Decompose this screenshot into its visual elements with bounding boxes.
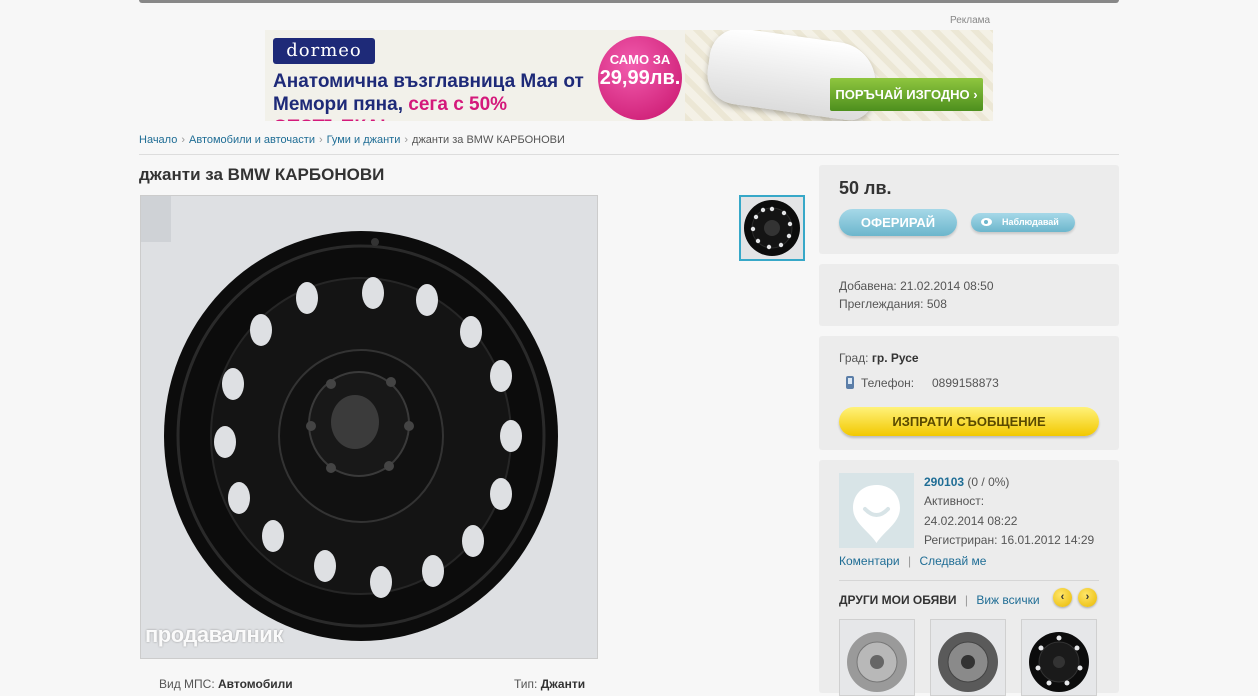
vehicle-type-value: Автомобили xyxy=(218,677,293,691)
type-row: Тип: Джанти xyxy=(514,677,585,691)
registered-row: Регистриран: 16.01.2012 14:29 xyxy=(924,533,1094,547)
city-label: Град: xyxy=(839,351,869,365)
ad-price-line1: САМО ЗА xyxy=(609,52,671,67)
watch-button[interactable]: Наблюдавай xyxy=(971,213,1075,232)
breadcrumb-tires[interactable]: Гуми и джанти xyxy=(327,134,401,146)
other-ad-thumbnail[interactable] xyxy=(930,619,1006,696)
next-arrow-icon[interactable]: › xyxy=(1078,588,1097,607)
city-row: Град: гр. Русе xyxy=(839,351,919,365)
link-separator: | xyxy=(964,593,968,607)
thumbnail-wheel xyxy=(744,200,800,256)
comments-link[interactable]: Коментари xyxy=(839,554,900,568)
breadcrumb-home[interactable]: Начало xyxy=(139,134,177,146)
breadcrumb-current: джанти за BMW КАРБОНОВИ xyxy=(412,134,565,146)
ad-headline-line2a: Мемори пяна, xyxy=(273,94,409,115)
stats-box: Добавена: 21.02.2014 08:50 Преглеждания:… xyxy=(819,264,1119,326)
ad-order-button[interactable]: ПОРЪЧАЙ ИЗГОДНО › xyxy=(830,78,983,111)
type-value: Джанти xyxy=(540,677,586,691)
photo-thumbnail[interactable] xyxy=(739,195,805,261)
phone-value[interactable]: 0899158873 xyxy=(932,376,999,390)
vehicle-type-label: Вид МПС: xyxy=(159,677,215,691)
views-row: Преглеждания: 508 xyxy=(839,297,947,311)
seller-rating-row: 290103 (0 / 0%) xyxy=(924,475,1009,489)
ad-headline-line1: Анатомична възглавница Мая от xyxy=(273,71,584,92)
dormeo-logo: dormeo xyxy=(273,38,375,64)
views-value: 508 xyxy=(926,297,947,311)
type-label: Тип: xyxy=(514,677,538,691)
breadcrumb-separator: › xyxy=(181,134,185,146)
user-icon xyxy=(853,485,900,543)
seller-box: 290103 (0 / 0%) Активност: 24.02.2014 08… xyxy=(819,460,1119,696)
added-row: Добавена: 21.02.2014 08:50 xyxy=(839,279,994,293)
breadcrumb-auto[interactable]: Автомобили и авточасти xyxy=(189,134,315,146)
wheel-dark-silver-image xyxy=(938,632,998,692)
added-value: 21.02.2014 08:50 xyxy=(900,279,994,293)
avatar[interactable] xyxy=(839,473,914,548)
watch-button-label: Наблюдавай xyxy=(1002,217,1059,227)
link-separator: | xyxy=(907,554,912,568)
activity-value: 24.02.2014 08:22 xyxy=(924,514,1018,528)
seller-rating: (0 / 0%) xyxy=(967,475,1010,489)
breadcrumb-separator: › xyxy=(404,134,409,146)
offer-button[interactable]: ОФЕРИРАЙ xyxy=(839,209,957,236)
ad-price-badge: САМО ЗА 29,99лв. xyxy=(598,36,682,120)
breadcrumb: Начало › Автомобили и авточасти › Гуми и джа… xyxy=(139,134,565,146)
photo-watermark: продавалник xyxy=(145,622,283,647)
prev-arrow-icon[interactable]: ‹ xyxy=(1053,588,1072,607)
follow-link[interactable]: Следвай ме xyxy=(919,554,986,568)
other-ad-thumbnail[interactable] xyxy=(839,619,915,696)
wheel-silver-image xyxy=(847,632,907,692)
ad-banner[interactable]: dormeo Анатомична възглавница Мая от Мем… xyxy=(265,30,993,121)
other-ad-thumbnail[interactable] xyxy=(1021,619,1097,696)
seller-profile-link[interactable]: 290103 xyxy=(924,475,964,489)
contact-box: Град: гр. Русе Телефон: 0899158873 ИЗПРА… xyxy=(819,336,1119,450)
other-ads-header: ДРУГИ МОИ ОБЯВИ | Виж всички xyxy=(839,593,1040,607)
added-label: Добавена: xyxy=(839,279,897,293)
city-value: гр. Русе xyxy=(871,351,919,365)
price-box: 50 лв. ОФЕРИРАЙ Наблюдавай xyxy=(819,165,1119,254)
see-all-link[interactable]: Виж всички xyxy=(976,593,1039,607)
main-photo[interactable]: продавалник xyxy=(140,195,598,659)
other-ads-title: ДРУГИ МОИ ОБЯВИ xyxy=(839,593,957,607)
divider xyxy=(139,154,1119,155)
send-message-button[interactable]: ИЗПРАТИ СЪОБЩЕНИЕ xyxy=(839,407,1099,436)
price: 50 лв. xyxy=(839,178,892,198)
ad-headline: Анатомична възглавница Мая от Мемори пян… xyxy=(273,70,603,121)
breadcrumb-separator: › xyxy=(318,134,323,146)
seller-links: Коментари | Следвай ме xyxy=(839,554,986,568)
wheel-black-image xyxy=(1029,632,1089,692)
eye-icon xyxy=(981,218,992,226)
registered-value: 16.01.2012 14:29 xyxy=(1000,533,1095,547)
seller-divider xyxy=(839,580,1099,581)
activity-label: Активност: xyxy=(924,494,985,508)
registered-label: Регистриран: xyxy=(924,533,998,547)
views-label: Преглеждания: xyxy=(839,297,924,311)
wheel-image xyxy=(164,231,558,641)
top-bar xyxy=(139,0,1119,3)
ad-price-line2: 29,99лв. xyxy=(599,67,681,89)
vehicle-type-row: Вид МПС: Автомобили xyxy=(159,677,293,691)
phone-label: Телефон: xyxy=(861,376,915,390)
ad-label: Реклама xyxy=(950,15,991,26)
phone-icon xyxy=(846,376,854,389)
page-title: джанти за BMW КАРБОНОВИ xyxy=(139,165,385,184)
